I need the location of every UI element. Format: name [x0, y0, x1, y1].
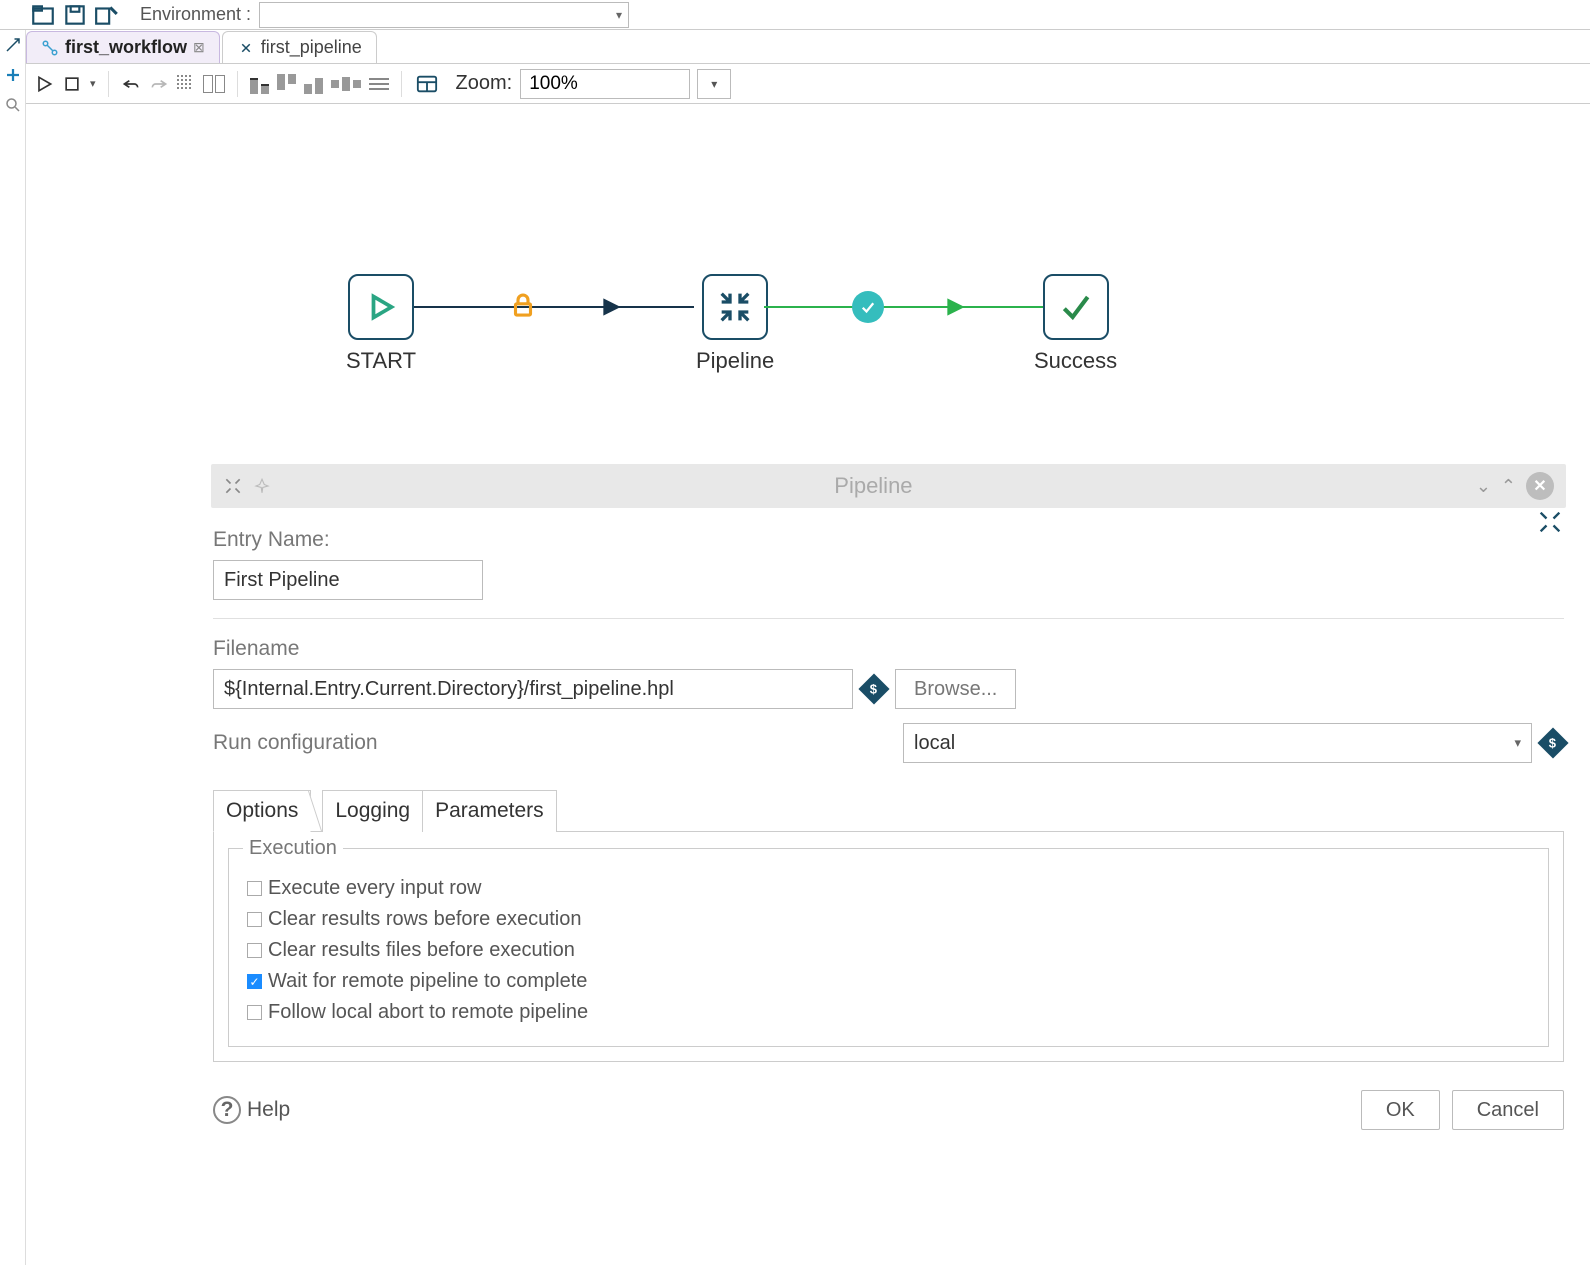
variable-icon[interactable]: $	[858, 673, 889, 704]
close-icon[interactable]: ⊠	[193, 39, 205, 56]
tab-label: first_workflow	[65, 37, 187, 58]
tab-parameters[interactable]: Parameters	[422, 790, 557, 832]
ok-button[interactable]: OK	[1361, 1090, 1440, 1130]
success-badge-icon	[852, 291, 884, 323]
undo-icon[interactable]	[121, 74, 141, 94]
pipeline-icon	[237, 39, 255, 57]
chevron-down-icon[interactable]: ⌄	[1476, 476, 1491, 497]
lock-icon	[508, 290, 538, 320]
collapse-icon	[715, 287, 755, 327]
node-label: START	[346, 348, 416, 374]
redo-icon[interactable]	[149, 74, 169, 94]
entry-name-input[interactable]	[213, 560, 483, 600]
filename-input[interactable]	[213, 669, 853, 709]
option-wait-remote-complete[interactable]: Wait for remote pipeline to complete	[247, 970, 1530, 993]
stop-icon[interactable]	[62, 74, 82, 94]
help-icon: ?	[213, 1096, 241, 1124]
chevron-down-icon[interactable]: ▾	[90, 77, 96, 90]
node-start[interactable]: START	[346, 274, 416, 374]
filename-label: Filename	[213, 637, 1564, 661]
environment-dropdown[interactable]: ▾	[259, 2, 629, 28]
appbar-icons	[28, 2, 122, 28]
option-execute-every-input-row[interactable]: Execute every input row	[247, 877, 1530, 900]
tab-logging[interactable]: Logging	[322, 790, 423, 832]
arrow-head-icon	[598, 294, 626, 320]
play-icon	[363, 289, 399, 325]
run-icon[interactable]	[34, 74, 54, 94]
option-follow-local-abort[interactable]: Follow local abort to remote pipeline	[247, 1001, 1530, 1024]
chevron-down-icon: ▾	[616, 8, 622, 22]
distribute-h-icon[interactable]	[369, 78, 389, 90]
workflow-canvas[interactable]: START Pipeline Success Pipeline ⌄ ⌃ ✕ En…	[26, 104, 1590, 1265]
variable-icon[interactable]: $	[1537, 727, 1568, 758]
align-bottom-icon[interactable]	[304, 74, 323, 94]
tab-options[interactable]: Options	[213, 790, 311, 832]
add-icon[interactable]	[0, 60, 25, 90]
panel-titlebar: Pipeline ⌄ ⌃ ✕	[211, 464, 1566, 508]
entry-name-label: Entry Name:	[213, 528, 1564, 552]
pin-icon[interactable]	[253, 477, 271, 495]
app-menubar: Environment : ▾	[0, 0, 1590, 30]
execution-fieldset: Execution Execute every input row Clear …	[228, 848, 1549, 1047]
zoom-dropdown[interactable]: ▾	[697, 69, 731, 99]
zoom-value[interactable]: 100%	[520, 69, 690, 99]
tab-first-workflow[interactable]: first_workflow ⊠	[26, 31, 220, 63]
zoom-label: Zoom:	[456, 72, 513, 95]
node-pipeline[interactable]: Pipeline	[696, 274, 774, 374]
runcfg-value: local	[914, 732, 955, 755]
fieldset-legend: Execution	[243, 837, 343, 860]
workflow-icon	[41, 39, 59, 57]
runcfg-label: Run configuration	[213, 731, 903, 755]
editor-tabs: first_workflow ⊠ first_pipeline	[26, 30, 1590, 64]
editor-toolbar: ▾ Zoom: 100% ▾	[26, 64, 1590, 104]
align-left-icon[interactable]	[277, 74, 296, 94]
collapse-icon[interactable]	[1536, 508, 1564, 536]
edge-start-pipeline	[414, 306, 694, 308]
node-success[interactable]: Success	[1034, 274, 1117, 374]
environment-label: Environment :	[140, 4, 251, 25]
cancel-button[interactable]: Cancel	[1452, 1090, 1564, 1130]
node-label: Success	[1034, 348, 1117, 374]
folder-open-icon[interactable]	[28, 2, 58, 28]
node-label: Pipeline	[696, 348, 774, 374]
runcfg-dropdown[interactable]: local ▾	[903, 723, 1532, 763]
check-icon	[1056, 287, 1096, 327]
properties-dialog-icon[interactable]	[414, 73, 440, 95]
help-button[interactable]: ? Help	[213, 1096, 290, 1124]
align-top-icon[interactable]	[250, 74, 269, 94]
arrow-head-icon	[942, 294, 970, 320]
config-tabs: Options Logging Parameters	[213, 789, 1564, 832]
save-icon[interactable]	[60, 2, 90, 28]
left-tool-strip	[0, 30, 26, 1265]
tab-first-pipeline[interactable]: first_pipeline	[222, 31, 377, 63]
save-as-icon[interactable]	[92, 2, 122, 28]
arrow-icon[interactable]	[0, 30, 25, 60]
collapse-icon[interactable]	[223, 476, 243, 496]
chevron-up-icon[interactable]: ⌃	[1501, 476, 1516, 497]
search-icon[interactable]	[0, 90, 25, 120]
snap-grid-icon[interactable]	[177, 75, 195, 93]
option-clear-results-rows[interactable]: Clear results rows before execution	[247, 908, 1530, 931]
panel-title: Pipeline	[281, 473, 1466, 499]
align-center-icon[interactable]	[331, 74, 361, 94]
auto-layout-icon[interactable]	[203, 75, 225, 93]
close-icon[interactable]: ✕	[1526, 472, 1554, 500]
tab-label: first_pipeline	[261, 37, 362, 58]
browse-button[interactable]: Browse...	[895, 669, 1016, 709]
chevron-down-icon: ▾	[1514, 735, 1521, 751]
properties-panel: Pipeline ⌄ ⌃ ✕ Entry Name: Filename $ Br…	[211, 464, 1566, 1130]
option-clear-results-files[interactable]: Clear results files before execution	[247, 939, 1530, 962]
